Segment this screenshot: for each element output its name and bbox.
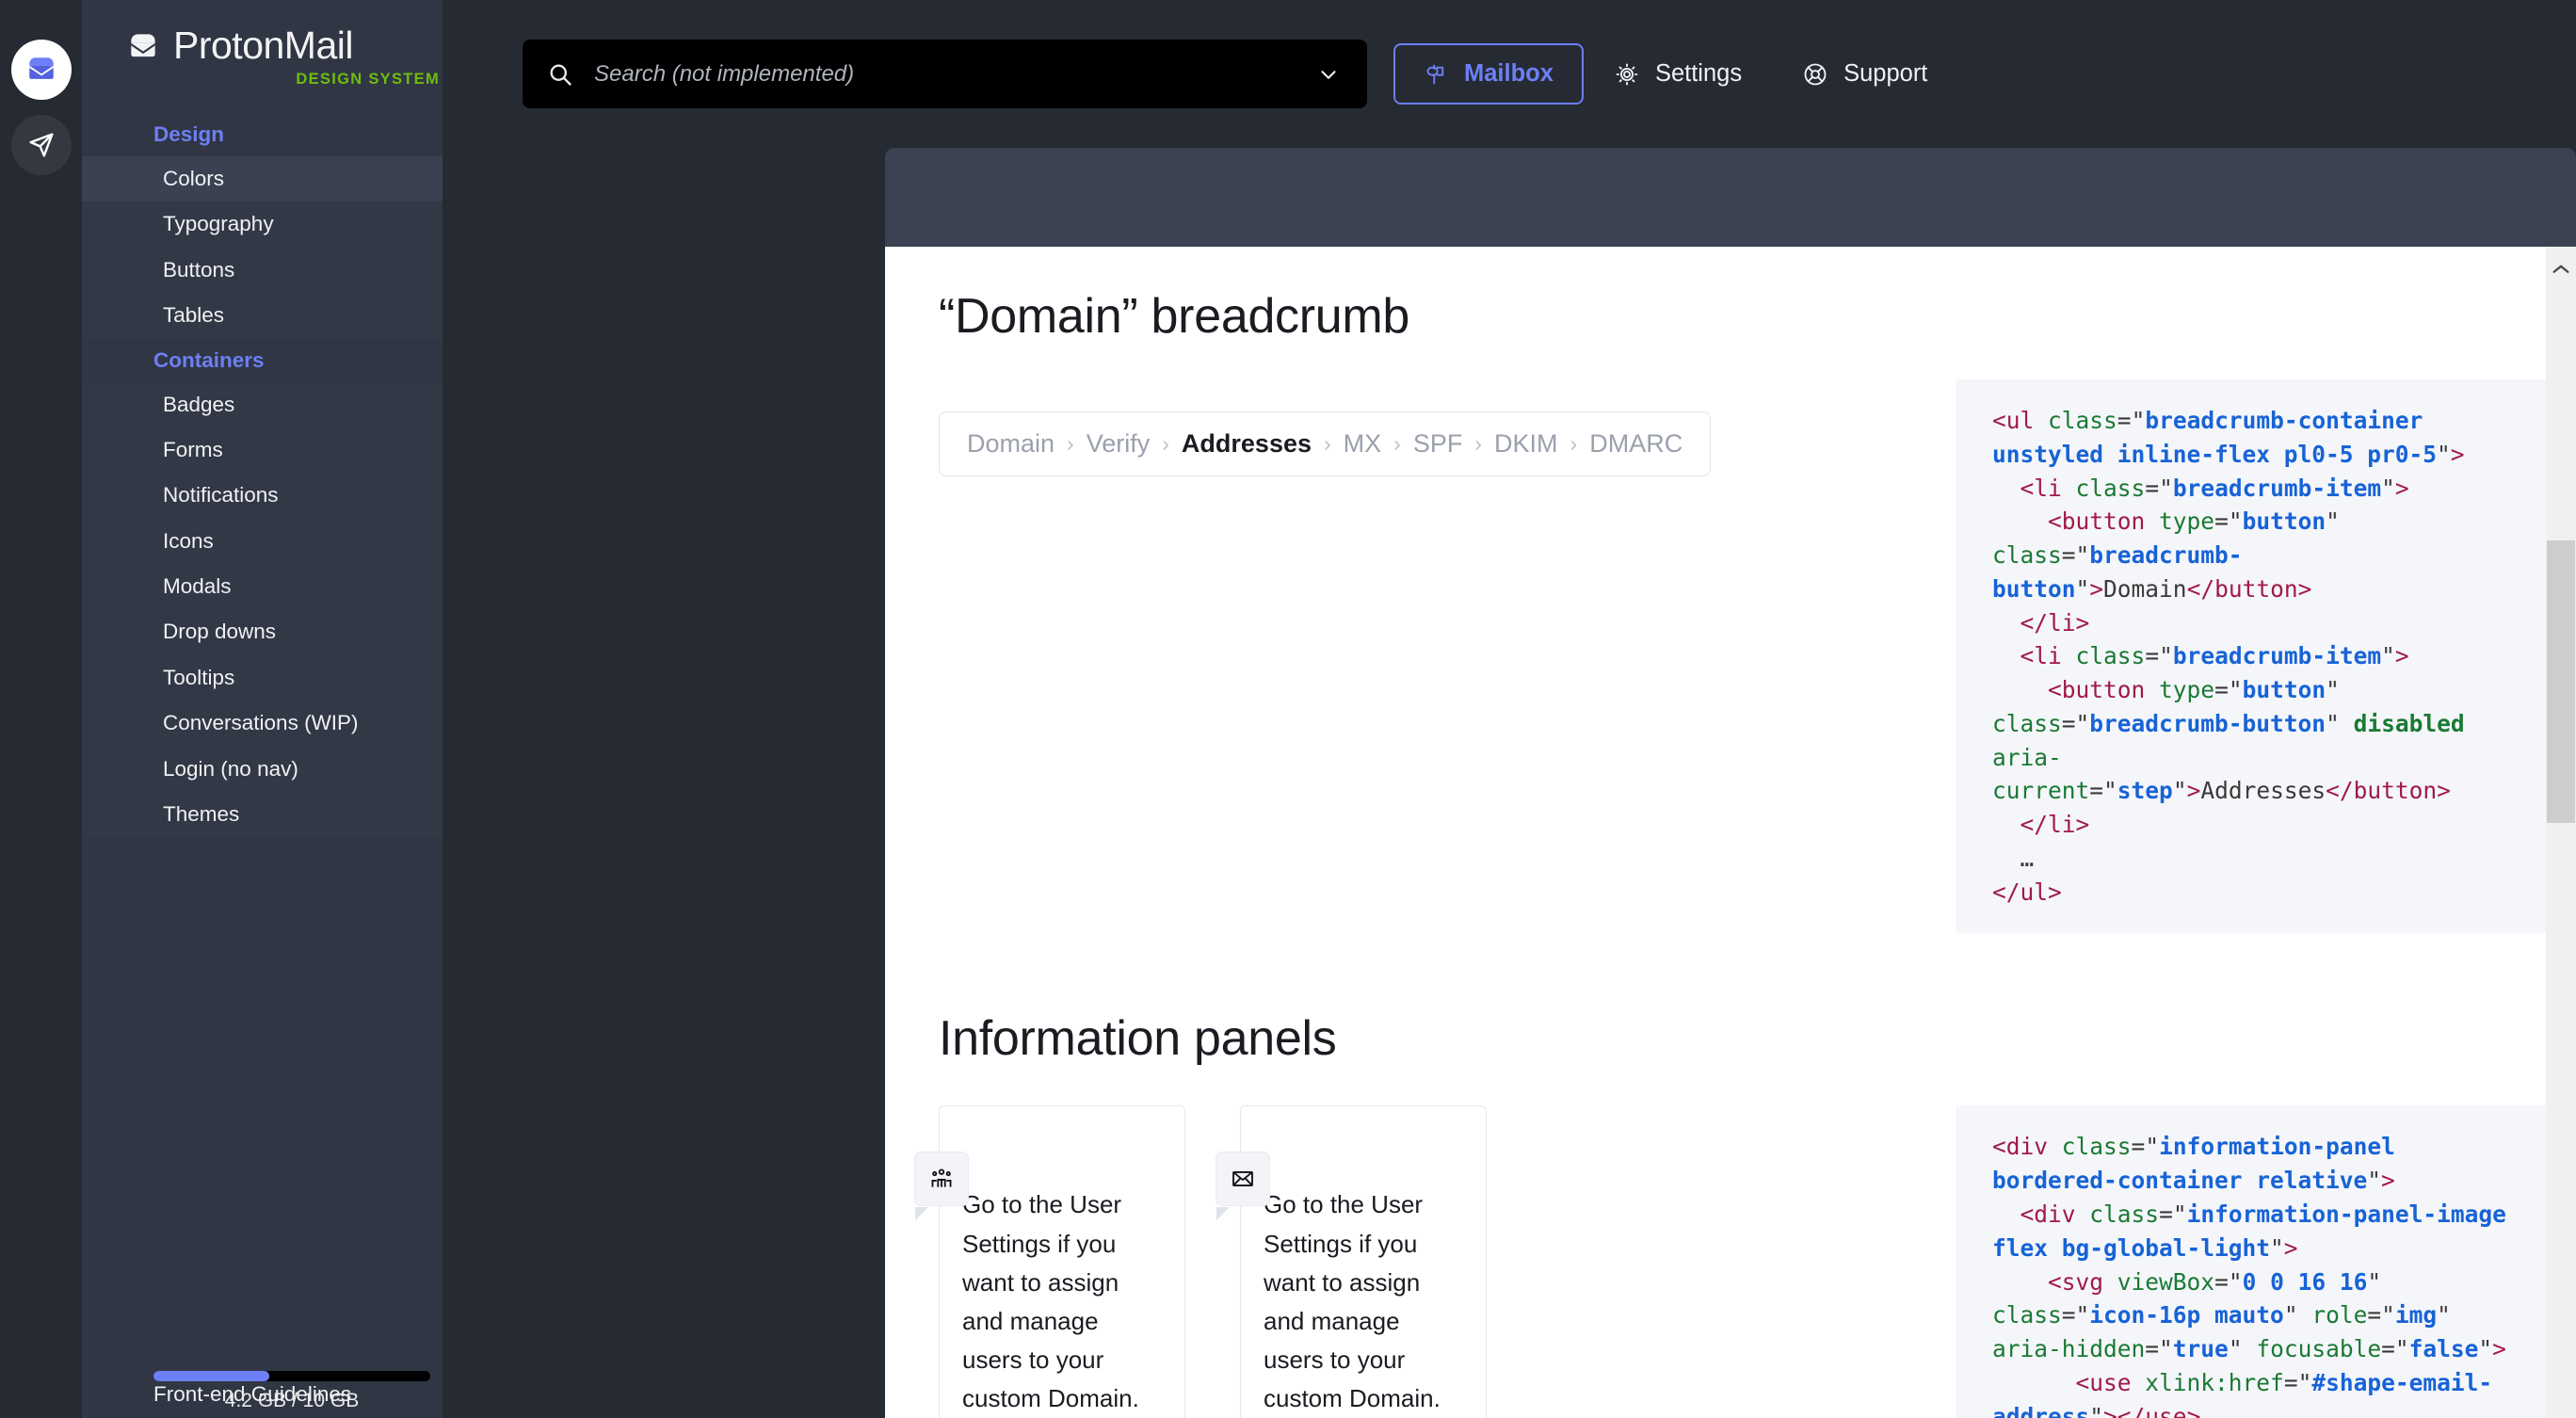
section-title-information-panels: Information panels [939, 1011, 1337, 1067]
code-block-breadcrumb: <ul class="breadcrumb-container unstyled… [1956, 379, 2546, 934]
section-information-panels: Go to the User Settings if you want to a… [914, 1067, 2546, 1418]
mail-app-button[interactable] [10, 40, 72, 100]
proton-mail-avatar-icon [25, 54, 57, 86]
page-body: “Domain” breadcrumb Domain › Verify › Addres… [885, 247, 2546, 1418]
breadcrumb-item-domain[interactable]: Domain [967, 429, 1055, 459]
sidebar: ProtonMail DESIGN SYSTEM Design Colors Typ… [82, 0, 443, 1418]
sidebar-item-tables[interactable]: Tables [82, 293, 443, 339]
storage-progress-fill [153, 1371, 270, 1381]
information-panel-text: Go to the User Settings if you want to a… [962, 1190, 1139, 1412]
vertical-scrollbar[interactable] [2546, 247, 2576, 1418]
content-page: “Domain” breadcrumb Domain › Verify › Addres… [885, 247, 2576, 1418]
top-navigation: Mailbox Settings Support [1393, 43, 1957, 105]
scrollbar-thumb[interactable] [2547, 540, 2575, 823]
information-panel: Go to the User Settings if you want to a… [914, 1105, 1185, 1418]
breadcrumb-separator: › [1474, 431, 1483, 456]
sidebar-nav: Design Colors Typography Buttons Tables Conta… [82, 113, 443, 1371]
information-panel: Go to the User Settings if you want to a… [1216, 1105, 1487, 1418]
tab-settings-label: Settings [1654, 60, 1743, 87]
breadcrumb-separator: › [1067, 431, 1074, 456]
topbar: Mailbox Settings [443, 0, 2576, 148]
information-panel-list: Go to the User Settings if you want to a… [914, 1105, 1937, 1418]
sidebar-item-badges[interactable]: Badges [82, 381, 443, 427]
chevron-down-icon[interactable] [1316, 62, 1341, 87]
breadcrumb-separator: › [1393, 431, 1401, 456]
sidebar-item-login-no-nav[interactable]: Login (no nav) [82, 746, 443, 792]
brand-name: ProtonMail [173, 24, 353, 67]
breadcrumb-item-verify[interactable]: Verify [1087, 429, 1151, 459]
information-panel-text: Go to the User Settings if you want to a… [1264, 1190, 1441, 1412]
sidebar-item-colors[interactable]: Colors [82, 156, 443, 202]
sidebar-item-drop-downs[interactable]: Drop downs [82, 609, 443, 655]
lifebuoy-icon [1802, 61, 1828, 88]
tab-mailbox-label: Mailbox [1464, 60, 1554, 87]
breadcrumb-separator: › [1162, 431, 1169, 456]
send-app-button[interactable] [10, 115, 72, 175]
sidebar-item-forms[interactable]: Forms [82, 427, 443, 474]
search-bar[interactable] [523, 40, 1367, 108]
breadcrumb-item-addresses: Addresses [1181, 429, 1312, 458]
tab-support[interactable]: Support [1772, 43, 1957, 105]
tab-mailbox[interactable]: Mailbox [1393, 43, 1584, 105]
brand: ProtonMail DESIGN SYSTEM [82, 0, 443, 89]
sidebar-item-themes[interactable]: Themes [82, 791, 443, 838]
breadcrumb-separator: › [1570, 431, 1578, 456]
breadcrumb-item-dmarc[interactable]: DMARC [1589, 429, 1682, 459]
proton-mail-logo-icon [125, 28, 161, 64]
storage-progress-bar [153, 1371, 430, 1381]
envelope-icon [1216, 1152, 1270, 1221]
tab-support-label: Support [1843, 60, 1928, 87]
brand-subtitle: DESIGN SYSTEM [296, 71, 440, 88]
storage-label: 4.2 GB / 10 GB [224, 1390, 360, 1411]
gear-icon [1614, 61, 1640, 88]
breadcrumb-item-dkim[interactable]: DKIM [1494, 429, 1558, 459]
paper-plane-icon [25, 129, 57, 161]
stage: “Domain” breadcrumb Domain › Verify › Addres… [443, 148, 2576, 1418]
sidebar-item-typography[interactable]: Typography [82, 201, 443, 248]
content-panel-header [885, 148, 2576, 247]
search-icon [547, 61, 573, 88]
breadcrumb-separator: › [1324, 431, 1331, 456]
sidebar-item-icons[interactable]: Icons [82, 518, 443, 564]
section-breadcrumb: Domain › Verify › Addresses › MX › SPF › DKIM › DMAR… [939, 345, 2546, 934]
page-title: “Domain” breadcrumb [939, 289, 1410, 344]
right-column: Mailbox Settings [443, 0, 2576, 1418]
storage-indicator: 4.2 GB / 10 GB [82, 1371, 443, 1418]
sidebar-item-conversations-wip[interactable]: Conversations (WIP) [82, 701, 443, 747]
search-input[interactable] [594, 60, 1296, 88]
breadcrumb-item-spf[interactable]: SPF [1413, 429, 1463, 459]
chevron-up-icon[interactable] [2546, 247, 2576, 292]
app-rail [0, 0, 82, 1418]
breadcrumb: Domain › Verify › Addresses › MX › SPF › DKIM › DMAR… [939, 411, 1712, 476]
sidebar-item-modals[interactable]: Modals [82, 564, 443, 610]
sidebar-group-title-containers: Containers [153, 347, 265, 372]
tab-settings[interactable]: Settings [1584, 43, 1772, 105]
users-group-icon [914, 1152, 969, 1221]
sidebar-group-title-design: Design [153, 122, 225, 146]
code-block-information-panel: <div class="information-panel bordered-c… [1956, 1105, 2546, 1418]
breadcrumb-item-mx[interactable]: MX [1344, 429, 1382, 459]
sidebar-item-notifications[interactable]: Notifications [82, 473, 443, 519]
mailbox-icon [1424, 61, 1449, 87]
sidebar-item-tooltips[interactable]: Tooltips [82, 654, 443, 701]
sidebar-item-buttons[interactable]: Buttons [82, 247, 443, 294]
